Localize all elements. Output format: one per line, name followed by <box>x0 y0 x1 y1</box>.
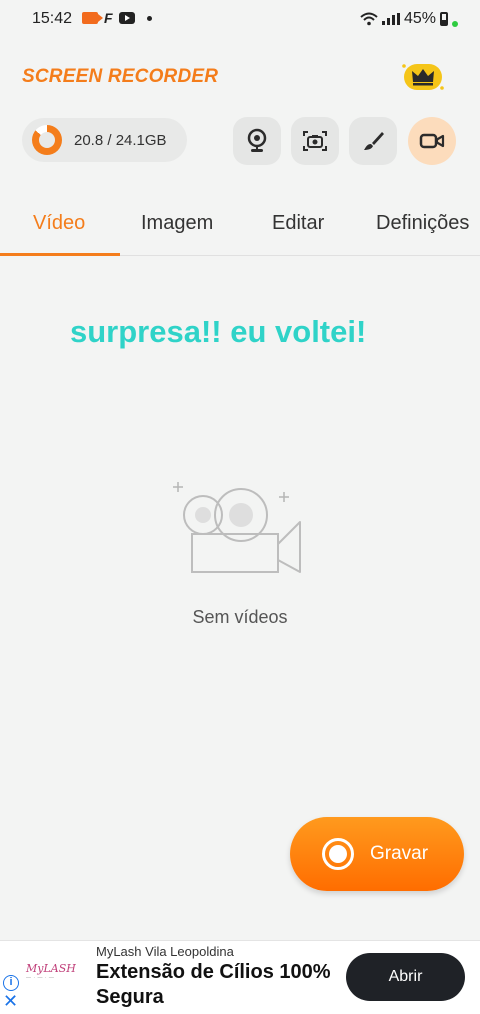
empty-videos-icon <box>173 482 301 573</box>
privacy-indicator-dot <box>452 21 458 27</box>
empty-state-label: Sem vídeos <box>192 607 288 627</box>
dot-icon <box>146 15 152 21</box>
ad-logo: MyLASH — · — · — <box>26 962 82 992</box>
status-bar: 15:42 F 45% <box>0 0 480 40</box>
overlay-caption: surpresa!! eu voltei! <box>70 314 367 349</box>
webcam-button[interactable] <box>233 117 281 165</box>
system-status-icons: 45% <box>360 10 458 28</box>
ad-headline: Extensão de Cílios 100% Segura <box>96 961 331 1008</box>
ad-logo-subtext: — · — · — <box>26 975 55 981</box>
video-record-button[interactable] <box>408 117 456 165</box>
tab-bar: Vídeo Imagem Editar Definições <box>0 196 480 256</box>
record-button-label: Gravar <box>370 843 429 864</box>
status-time: 15:42 <box>32 10 73 27</box>
tab-settings[interactable]: Definições <box>376 212 469 235</box>
video-camera-icon <box>419 133 445 149</box>
battery-icon <box>440 12 448 26</box>
crown-icon[interactable] <box>400 60 446 94</box>
ad-logo-text: MyLASH <box>26 962 76 975</box>
storage-indicator: 20.8 / 24.1GB <box>22 118 187 162</box>
tab-video[interactable]: Vídeo <box>33 212 85 235</box>
notification-icons: F <box>82 10 152 26</box>
battery-percent: 45% <box>403 10 436 27</box>
app-title: SCREEN RECORDER <box>22 66 219 87</box>
info-icon[interactable]: i <box>3 975 19 991</box>
app-screen: 15:42 F 45% SCREEN RECORDER 20.8 / 24.1G… <box>0 0 480 1014</box>
storage-text: 20.8 / 24.1GB <box>74 131 167 149</box>
youtube-icon <box>118 12 135 24</box>
wifi-icon <box>360 12 378 26</box>
storage-ring <box>32 125 62 155</box>
active-tab-indicator <box>0 253 120 256</box>
camera-icon <box>303 131 327 151</box>
screenshot-button[interactable] <box>291 117 339 165</box>
signal-icon <box>381 13 400 25</box>
brush-icon <box>364 132 384 150</box>
ad-open-button[interactable]: Abrir <box>346 953 465 1001</box>
recorder-icon <box>82 12 103 24</box>
close-icon[interactable]: ✕ <box>3 991 18 1011</box>
tab-edit[interactable]: Editar <box>272 212 324 235</box>
brush-button[interactable] <box>349 117 397 165</box>
tab-image[interactable]: Imagem <box>141 212 213 235</box>
record-button[interactable]: Gravar <box>290 817 464 891</box>
webcam-icon <box>247 128 267 152</box>
record-icon <box>322 838 354 870</box>
f-app-icon: F <box>104 10 113 26</box>
ad-advertiser: MyLash Vila Leopoldina <box>96 944 234 959</box>
